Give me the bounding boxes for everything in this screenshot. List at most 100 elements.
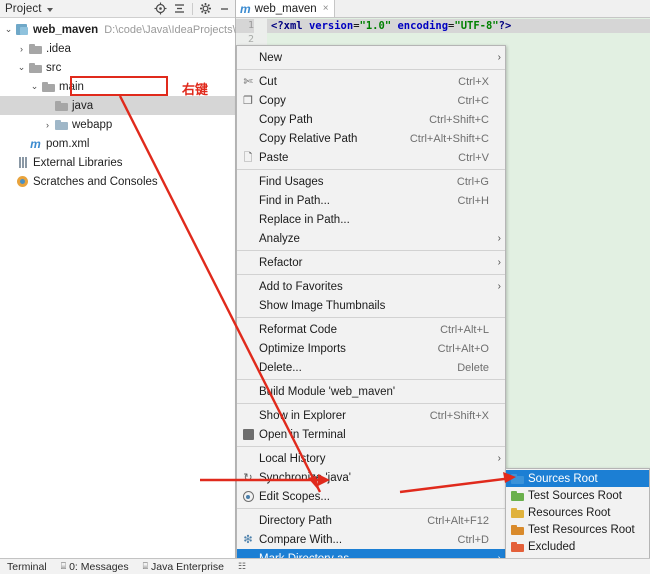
menu-separator (237, 446, 505, 447)
menu-item-shortcut: Ctrl+Shift+C (429, 113, 489, 126)
chevron-down-icon[interactable]: ⌄ (2, 20, 15, 39)
status-bar-item-layout[interactable]: ☷ (234, 561, 259, 572)
menu-item-reformat-code[interactable]: Reformat Code Ctrl+Alt+L (237, 320, 505, 339)
menu-item-label: Paste (259, 151, 289, 164)
menu-item-label: Cut (259, 75, 277, 88)
submenu-item-test-sources-root[interactable]: Test Sources Root (506, 487, 649, 504)
intellij-idea-window: Project ⌄ web_maven D:\code\Java\IdeaProje… (0, 0, 650, 574)
folder-icon (28, 39, 43, 58)
tab-web-maven[interactable]: m web_maven × (236, 0, 335, 17)
menu-item-shortcut: Ctrl+Alt+O (437, 342, 489, 355)
tree-row-pom-xml[interactable]: m pom.xml (0, 134, 235, 153)
menu-item-label: Replace in Path... (259, 213, 350, 226)
submenu-item-sources-root[interactable]: Sources Root (506, 470, 649, 487)
code-token: "1.0" (359, 20, 392, 32)
menu-item-label: Reformat Code (259, 323, 337, 336)
menu-item-find-in-path[interactable]: Find in Path... Ctrl+H (237, 191, 505, 210)
menu-item-analyze[interactable]: Analyze › (237, 229, 505, 248)
toolbar-divider (192, 2, 193, 15)
menu-item-cut[interactable]: ✄ Cut Ctrl+X (237, 72, 505, 91)
editor-tab-bar: m web_maven × (236, 0, 650, 18)
menu-item-open-in-terminal[interactable]: Open in Terminal (237, 425, 505, 444)
menu-item-find-usages[interactable]: Find Usages Ctrl+G (237, 172, 505, 191)
menu-item-label: Copy Relative Path (259, 132, 358, 145)
context-menu[interactable]: New › ✄ Cut Ctrl+X ❐ Copy Ctrl+C Copy Path Ctrl+S… (236, 45, 506, 574)
tree-row-external-libraries[interactable]: External Libraries (0, 153, 235, 172)
menu-separator (237, 250, 505, 251)
menu-item-replace-in-path[interactable]: Replace in Path... (237, 210, 505, 229)
scissors-icon: ✄ (243, 75, 253, 88)
tree-row-web-maven[interactable]: ⌄ web_maven D:\code\Java\IdeaProjects\web_… (0, 20, 295, 39)
menu-item-label: Add to Favorites (259, 280, 343, 293)
status-bar-item-java-enterprise[interactable]: ⌸ Java Enterprise (139, 561, 234, 573)
menu-item-copy-path[interactable]: Copy Path Ctrl+Shift+C (237, 110, 505, 129)
chevron-right-icon: › (497, 233, 501, 244)
test-sources-root-folder-icon (506, 490, 528, 501)
project-panel-header: Project (0, 0, 235, 18)
submenu-item-test-resources-root[interactable]: Test Resources Root (506, 521, 649, 538)
menu-item-show-in-explorer[interactable]: Show in Explorer Ctrl+Shift+X (237, 406, 505, 425)
menu-item-show-image-thumbnails[interactable]: Show Image Thumbnails (237, 296, 505, 315)
submenu-item-excluded[interactable]: Excluded (506, 538, 649, 555)
chevron-right-icon: › (497, 453, 501, 464)
menu-item-copy[interactable]: ❐ Copy Ctrl+C (237, 91, 505, 110)
minimize-icon[interactable] (216, 1, 233, 17)
menu-item-label: Compare With... (259, 533, 343, 546)
menu-item-optimize-imports[interactable]: Optimize Imports Ctrl+Alt+O (237, 339, 505, 358)
status-bar-item-0-messages[interactable]: ⌸ 0: Messages (57, 561, 139, 573)
status-bar-item-terminal[interactable]: Terminal (0, 561, 57, 573)
menu-item-shortcut: Ctrl+C (457, 94, 489, 107)
menu-item-shortcut: Ctrl+Shift+X (429, 409, 489, 422)
menu-item-delete[interactable]: Delete... Delete (237, 358, 505, 377)
chevron-right-icon: › (497, 257, 501, 268)
menu-item-label: Optimize Imports (259, 342, 346, 355)
menu-item-add-to-favorites[interactable]: Add to Favorites › (237, 277, 505, 296)
project-tree[interactable]: ⌄ web_maven D:\code\Java\IdeaProjects\web_… (0, 18, 295, 191)
menu-item-label: Synchronize 'java' (259, 471, 351, 484)
scopes-icon (237, 491, 259, 502)
java-enterprise-icon: ⌸ (142, 561, 149, 571)
chevron-right-icon[interactable]: › (41, 115, 54, 134)
menu-item-local-history[interactable]: Local History › (237, 449, 505, 468)
chevron-down-icon[interactable]: ⌄ (28, 77, 41, 96)
tree-row-scratches-and-consoles[interactable]: Scratches and Consoles (0, 172, 235, 191)
chevron-right-icon[interactable]: › (15, 39, 28, 58)
maven-m-icon: m (240, 1, 251, 16)
menu-separator (237, 169, 505, 170)
code-token: encoding (397, 20, 449, 32)
tree-row--idea[interactable]: › .idea (0, 39, 235, 58)
menu-item-synchronize-java[interactable]: ↻ Synchronize 'java' (237, 468, 505, 487)
sources-root-folder-icon (506, 473, 528, 484)
menu-item-copy-relative-path[interactable]: Copy Relative Path Ctrl+Alt+Shift+C (237, 129, 505, 148)
menu-item-paste[interactable]: 🗋 Paste Ctrl+V (237, 148, 505, 167)
folder-icon (41, 77, 56, 96)
twisty-placeholder (41, 96, 54, 115)
refresh-icon: ↻ (243, 471, 253, 484)
menu-separator (237, 379, 505, 380)
folder-icon (54, 96, 69, 115)
clipboard-icon: 🗋 (243, 151, 253, 164)
fold-marker[interactable] (258, 19, 267, 33)
tree-row-label: java (72, 99, 94, 112)
locate-icon[interactable] (152, 1, 169, 17)
gear-icon[interactable] (197, 1, 214, 17)
tree-row-src[interactable]: ⌄ src (0, 58, 235, 77)
menu-item-directory-path[interactable]: Directory Path Ctrl+Alt+F12 (237, 511, 505, 530)
project-tool-window: Project ⌄ web_maven D:\code\Java\IdeaProje… (0, 0, 295, 558)
excluded-folder-icon (506, 541, 528, 552)
submenu-item-resources-root[interactable]: Resources Root (506, 504, 649, 521)
menu-item-edit-scopes[interactable]: Edit Scopes... (237, 487, 505, 506)
collapse-all-icon[interactable] (171, 1, 188, 17)
menu-item-build-module-web-maven[interactable]: Build Module 'web_maven' (237, 382, 505, 401)
status-tool-bar[interactable]: Terminal ⌸ 0: Messages ⌸ Java Enterprise ☷ (0, 558, 650, 574)
menu-item-new[interactable]: New › (237, 48, 505, 67)
tree-row-java[interactable]: java (0, 96, 235, 115)
tree-row-webapp[interactable]: › webapp (0, 115, 235, 134)
menu-item-compare-with[interactable]: ❇ Compare With... Ctrl+D (237, 530, 505, 549)
menu-item-refactor[interactable]: Refactor › (237, 253, 505, 272)
close-icon[interactable]: × (321, 3, 329, 14)
chevron-down-icon[interactable] (46, 7, 53, 12)
libraries-icon (15, 153, 30, 172)
chevron-down-icon[interactable]: ⌄ (15, 58, 28, 77)
menu-item-label: New (259, 51, 283, 64)
